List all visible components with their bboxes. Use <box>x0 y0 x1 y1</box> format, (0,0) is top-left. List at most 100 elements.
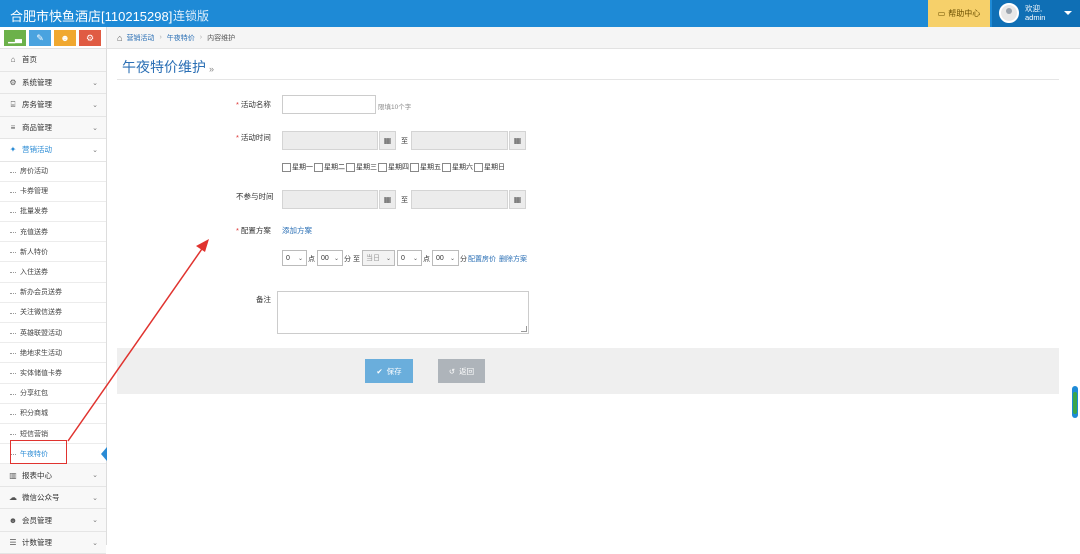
config-room-price-link[interactable]: 配置房价 <box>468 254 496 264</box>
chevron-down-icon: ⌄ <box>92 124 98 132</box>
sidebar-item-wechat[interactable]: ☁ 微信公众号 ⌄ <box>0 486 106 510</box>
sidebar: ▁▃ ✎ ☻ ⚙ ⌂ 首页 ⚙ 系统管理 ⌄ ⌸ 房务管理 ⌄ ≡ 商品管理 ⌄… <box>0 27 107 554</box>
top-bar: 合肥市快鱼酒店[110215298] 连锁版 ▭ 帮助中心 欢迎, admin <box>0 0 1080 27</box>
sidebar-item-label: 商品管理 <box>22 122 52 132</box>
home-icon[interactable]: ⌂ <box>117 33 122 43</box>
submenu-item[interactable]: 新办会员送券 <box>0 282 106 303</box>
checkbox[interactable] <box>378 162 387 172</box>
user-greeting: 欢迎, admin <box>1025 4 1045 22</box>
weekday-checkboxes: 星期一 星期二 星期三 星期四 星期五 星期六 星期日 <box>282 162 506 172</box>
sidebar-item-counting[interactable]: ☰ 计数管理 ⌄ <box>0 531 106 554</box>
chevron-down-icon: ⌄ <box>92 494 98 502</box>
activity-start-date-input[interactable] <box>282 131 378 150</box>
activity-end-date-input[interactable] <box>411 131 508 150</box>
exclude-start-date-input[interactable] <box>282 190 378 209</box>
user-menu[interactable]: 欢迎, admin <box>992 0 1080 27</box>
checkbox[interactable] <box>442 162 451 172</box>
breadcrumb-link[interactable]: 午夜特价 <box>167 33 195 43</box>
caret-down-icon <box>1064 11 1072 15</box>
checkbox[interactable] <box>474 162 483 172</box>
sidebar-item-label: 房务管理 <box>22 100 52 110</box>
weekday-option[interactable]: 星期三 <box>346 162 377 172</box>
weekday-option[interactable]: 星期六 <box>442 162 473 172</box>
pencil-icon[interactable]: ✎ <box>29 30 51 46</box>
minute-unit: 分 <box>460 256 467 263</box>
checkbox[interactable] <box>282 162 291 172</box>
calendar-icon[interactable]: ▦ <box>379 190 396 209</box>
submenu-item[interactable]: 实体储值卡券 <box>0 363 106 384</box>
submenu-item[interactable]: 新人特价 <box>0 242 106 263</box>
required-mark: * <box>236 226 239 235</box>
checkbox[interactable] <box>314 162 323 172</box>
sidebar-item-reports[interactable]: ▥ 报表中心 ⌄ <box>0 464 106 487</box>
checkbox[interactable] <box>410 162 419 172</box>
remark-textarea[interactable] <box>277 291 529 334</box>
weekday-option[interactable]: 星期二 <box>314 162 345 172</box>
save-button[interactable]: ✔ 保存 <box>365 359 413 383</box>
to-label: 至 <box>353 256 360 263</box>
activity-name-label: * 活动名称 <box>236 100 271 109</box>
sidebar-item-goods[interactable]: ≡ 商品管理 ⌄ <box>0 116 106 139</box>
calendar-icon[interactable]: ▦ <box>509 131 526 150</box>
submenu-item[interactable]: 关注微信送券 <box>0 302 106 323</box>
submenu-item[interactable]: 批量发券 <box>0 201 106 223</box>
submenu-item[interactable]: 充值送券 <box>0 222 106 243</box>
weekday-option[interactable]: 星期四 <box>378 162 409 172</box>
chevron-down-icon: ⌄ <box>333 256 339 262</box>
sidebar-item-system[interactable]: ⚙ 系统管理 ⌄ <box>0 71 106 94</box>
weekday-option[interactable]: 星期日 <box>474 162 505 172</box>
sidebar-item-marketing[interactable]: ✦ 营销活动 ⌄ <box>0 139 106 162</box>
breadcrumb-current: 内容维护 <box>207 34 236 42</box>
divider <box>117 79 1059 80</box>
shortcut-buttons: ▁▃ ✎ ☻ ⚙ <box>0 27 106 49</box>
form-action-bar <box>117 348 1059 394</box>
edition-label: 连锁版 <box>173 9 210 23</box>
checkbox[interactable] <box>346 162 355 172</box>
chevron-up-icon: ⌄ <box>92 147 98 154</box>
sidebar-item-label: 计数管理 <box>22 538 52 548</box>
chevron-down-icon: ⌄ <box>92 472 98 480</box>
chart-icon[interactable]: ▁▃ <box>4 30 26 46</box>
help-center-button[interactable]: ▭ 帮助中心 <box>928 0 990 27</box>
end-minute-select[interactable]: 00 ⌄ <box>432 250 459 266</box>
scrollbar-thumb[interactable] <box>1073 392 1077 414</box>
hotel-brand-title: 合肥市快鱼酒店[110215298] <box>10 9 173 24</box>
chevron-down-icon: ⌄ <box>92 79 98 87</box>
home-icon: ⌂ <box>10 55 16 65</box>
activity-name-input[interactable] <box>282 95 376 114</box>
sidebar-item-members[interactable]: ☻ 会员管理 ⌄ <box>0 509 106 532</box>
cogs-icon[interactable]: ⚙ <box>79 30 101 46</box>
to-label: 至 <box>401 138 408 145</box>
submenu-item[interactable]: 卡券管理 <box>0 181 106 202</box>
calendar-icon[interactable]: ▦ <box>509 190 526 209</box>
start-minute-select[interactable]: 00 ⌄ <box>317 250 343 266</box>
submenu-item[interactable]: 绝地求生活动 <box>0 343 106 364</box>
sidebar-item-rooms[interactable]: ⌸ 房务管理 ⌄ <box>0 94 106 117</box>
weekday-option[interactable]: 星期五 <box>410 162 441 172</box>
calendar-icon[interactable]: ▦ <box>379 131 396 150</box>
page-title-text: 午夜特价维护 <box>122 59 206 75</box>
weekday-option[interactable]: 星期一 <box>282 162 313 172</box>
submenu-item[interactable]: 分享红包 <box>0 383 106 404</box>
submenu-item[interactable]: 房价活动 <box>0 161 106 182</box>
submenu-item[interactable]: 英雄联盟活动 <box>0 323 106 344</box>
exclude-end-date-input[interactable] <box>411 190 508 209</box>
required-mark: * <box>236 100 239 109</box>
plan-label: * 配置方案 <box>236 226 271 235</box>
annotation-arrow <box>67 239 209 442</box>
page-title: 午夜特价维护» <box>122 57 214 77</box>
breadcrumb-link[interactable]: 营销活动 <box>126 33 154 43</box>
back-button[interactable]: ↺ 返回 <box>438 359 485 383</box>
welcome-text: 欢迎, <box>1025 4 1043 13</box>
delete-plan-link[interactable]: 删除方案 <box>499 254 527 264</box>
avatar <box>999 3 1019 23</box>
submenu-item[interactable]: 积分商城 <box>0 403 106 424</box>
day-select[interactable]: 当日 ⌄ <box>362 250 395 266</box>
users-icon[interactable]: ☻ <box>54 30 76 46</box>
end-hour-select[interactable]: 0 ⌄ <box>397 250 422 266</box>
sidebar-item-home[interactable]: ⌂ 首页 <box>0 49 106 72</box>
chevron-down-icon: ⌄ <box>92 102 98 109</box>
submenu-item[interactable]: 入住送券 <box>0 262 106 283</box>
add-plan-link[interactable]: 添加方案 <box>282 225 312 236</box>
start-hour-select[interactable]: 0 ⌄ <box>282 250 307 266</box>
